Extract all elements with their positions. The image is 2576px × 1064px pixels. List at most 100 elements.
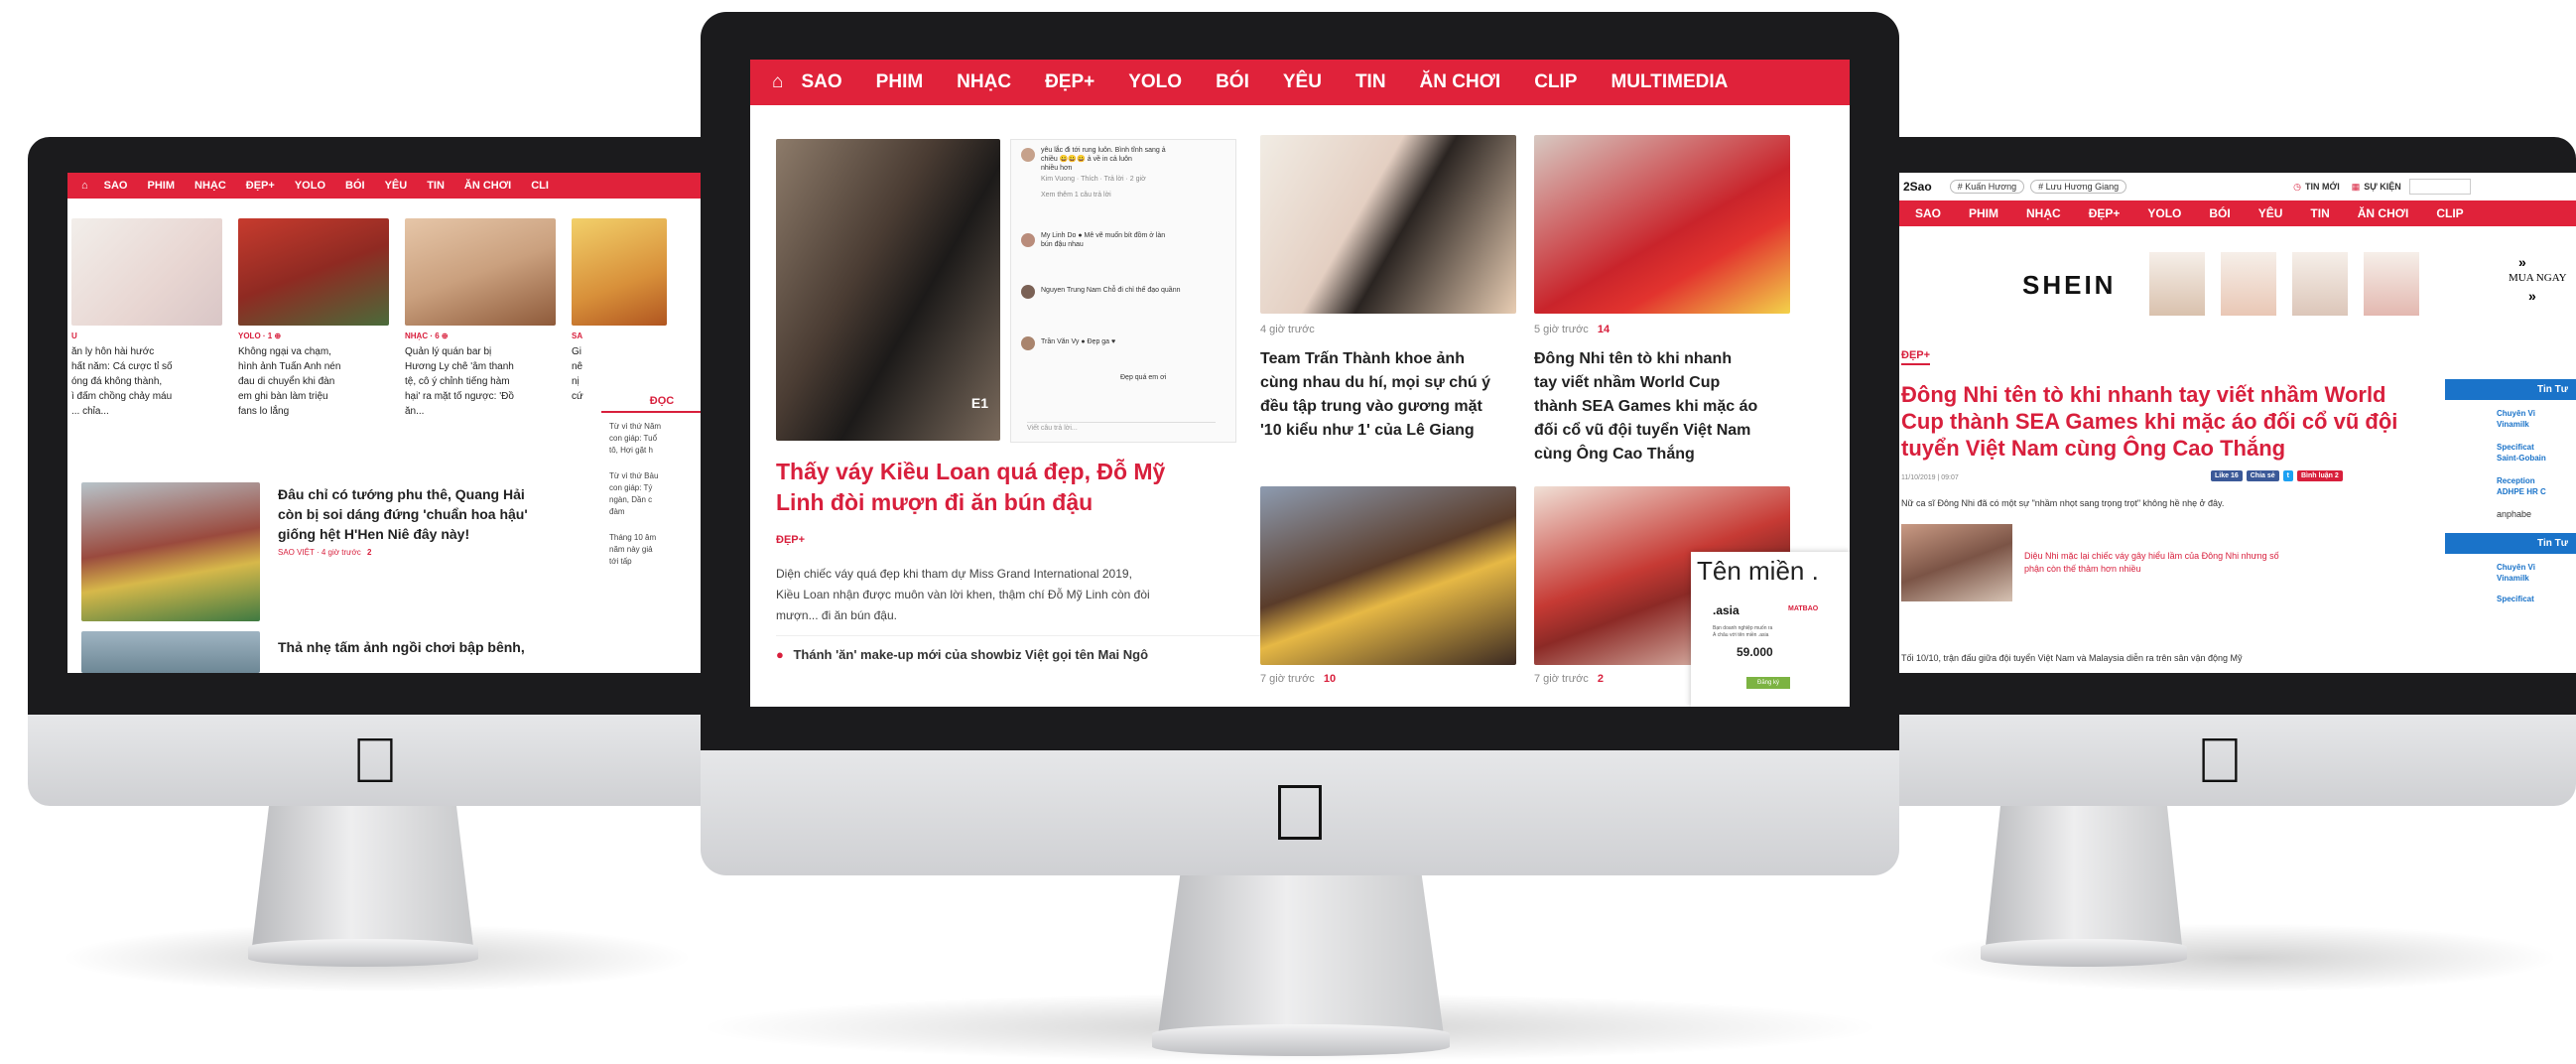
- card-title[interactable]: Team Trấn Thành khoe ảnh cùng nhau du hí…: [1260, 347, 1520, 443]
- right-nav-item[interactable]: CLIP: [2436, 206, 2463, 220]
- right-imac-chin: : [1864, 715, 2576, 806]
- right-sidebar-header: Tin Tư: [2445, 533, 2576, 554]
- left-imac-foot: [248, 939, 478, 967]
- home-icon[interactable]: ⌂: [772, 71, 783, 93]
- card-meta: 5 giờ trước: [1534, 324, 1589, 335]
- main-feature-photo[interactable]: E1: [776, 139, 1000, 441]
- reply-input[interactable]: Viết câu trả lời...: [1027, 422, 1216, 432]
- center-nav-item[interactable]: ĂN CHƠI: [1420, 71, 1501, 93]
- left-imac-stand: [251, 806, 474, 955]
- left-card-title[interactable]: ăn ly hôn hài hước hất năm: Cá cược tỉ s…: [71, 344, 230, 419]
- hashtag-chip[interactable]: # Lưu Hương Giang: [2030, 180, 2127, 194]
- related-link[interactable]: Thánh 'ăn' make-up mới của showbiz Việt …: [793, 647, 1148, 662]
- share-button[interactable]: Chia sẻ: [2246, 470, 2279, 481]
- card-title[interactable]: Đông Nhi tên tò khi nhanh tay viết nhầm …: [1534, 347, 1794, 466]
- avatar: [1021, 148, 1035, 162]
- home-icon[interactable]: ⌂: [81, 180, 88, 192]
- article-category[interactable]: ĐẸP+: [1901, 349, 1931, 365]
- main-title[interactable]: Thấy váy Kiều Loan quá đẹp, Đỗ Mỹ Linh đ…: [776, 457, 1252, 518]
- center-nav-item[interactable]: ĐẸP+: [1045, 71, 1095, 93]
- ad-description: Bạn doanh nghiệp muốn ra Á châu với tên …: [1713, 625, 1773, 638]
- center-nav-item[interactable]: SAO: [801, 71, 841, 93]
- comment-button[interactable]: Bình luận 2: [2297, 470, 2343, 481]
- shein-banner-ad[interactable]: SHEIN: [1983, 246, 2449, 322]
- like-button[interactable]: Like 16: [2211, 470, 2243, 481]
- center-nav-item[interactable]: CLIP: [1534, 71, 1577, 93]
- photo-label: E1: [970, 395, 988, 411]
- related-thumb[interactable]: [1901, 524, 2012, 601]
- left-nav-item[interactable]: PHIM: [148, 180, 176, 192]
- ad-title: Tên miền .: [1697, 556, 1819, 586]
- avatar: [1021, 285, 1035, 299]
- comment-text: My Linh Do ● Mê vẽ muốn bít đồm ở làn bú…: [1041, 232, 1166, 248]
- card-thumb[interactable]: [1260, 486, 1516, 665]
- left-card-thumb[interactable]: [238, 218, 389, 326]
- mua-ngay-button[interactable]: MUA NGAY: [2509, 272, 2567, 284]
- center-nav-item[interactable]: YÊU: [1283, 71, 1322, 93]
- site-logo[interactable]: 2Sao: [1903, 180, 1932, 194]
- right-nav-item[interactable]: YÊU: [2258, 206, 2283, 220]
- hashtag-chip[interactable]: # Kuấn Hương: [1949, 180, 2025, 194]
- ad-badge: MATBAO: [1788, 605, 1819, 612]
- center-nav-item[interactable]: PHIM: [876, 71, 924, 93]
- comment-screenshot[interactable]: yêu lắc đi tới rung luôn. Bình tĩnh sang…: [1010, 139, 1236, 443]
- left-feature-title[interactable]: Đâu chỉ có tướng phu thê, Quang Hải còn …: [278, 484, 595, 544]
- card-meta: 4 giờ trước: [1260, 324, 1315, 335]
- card-thumb[interactable]: [1260, 135, 1516, 314]
- left-second-title[interactable]: Thả nhẹ tấm ảnh ngồi chơi bập bênh,: [278, 639, 525, 655]
- tin-moi-link[interactable]: TIN MỚI: [2305, 182, 2340, 192]
- left-nav-item[interactable]: BÓI: [345, 180, 365, 192]
- left-card-thumb[interactable]: [71, 218, 222, 326]
- left-card-thumb[interactable]: [572, 218, 667, 326]
- ad-register-button[interactable]: Đăng ký: [1746, 677, 1790, 689]
- right-sidebar-item[interactable]: Chuyên Vi Vinamilk: [2497, 408, 2576, 430]
- left-nav-item[interactable]: YÊU: [385, 180, 408, 192]
- right-nav-item[interactable]: ĂN CHƠI: [2358, 206, 2409, 220]
- search-input[interactable]: [2408, 179, 2471, 195]
- right-nav-item[interactable]: YOLO: [2147, 206, 2181, 220]
- right-sidebar-item[interactable]: Reception ADHPE HR C: [2497, 475, 2576, 497]
- ad-price: 59.000: [1737, 645, 1773, 659]
- main-category[interactable]: ĐẸP+: [776, 534, 805, 546]
- center-nav-item[interactable]: MULTIMEDIA: [1610, 71, 1728, 93]
- left-nav-item[interactable]: TIN: [427, 180, 445, 192]
- left-card-meta: U: [71, 332, 77, 340]
- right-nav-item[interactable]: BÓI: [2209, 206, 2230, 220]
- center-nav-item[interactable]: TIN: [1355, 71, 1386, 93]
- right-imac:  2Sao # Kuấn Hương # Lưu Hương Giang ◷ …: [1864, 137, 2576, 991]
- left-nav-item[interactable]: ĂN CHƠI: [464, 180, 511, 192]
- right-nav-item[interactable]: SAO: [1915, 206, 1941, 220]
- left-second-thumb[interactable]: [81, 631, 260, 673]
- left-card-thumb[interactable]: [405, 218, 556, 326]
- left-nav-item[interactable]: SAO: [104, 180, 128, 192]
- right-sidebar-item[interactable]: Chuyên Vi Vinamilk: [2497, 562, 2576, 584]
- left-card-title[interactable]: Không ngại va chạm, hình ảnh Tuấn Anh né…: [238, 344, 397, 419]
- left-card-title[interactable]: Gi nê nị cứ: [572, 344, 601, 404]
- left-nav-item[interactable]: YOLO: [295, 180, 325, 192]
- right-nav-item[interactable]: ĐẸP+: [2089, 206, 2121, 220]
- center-imac-foot: [1152, 1024, 1450, 1056]
- right-sidebar-item[interactable]: anphabe: [2497, 509, 2576, 519]
- article-lead: Nữ ca sĩ Đông Nhi đã có một sự "nhầm nhọ…: [1901, 498, 2225, 508]
- card-thumb[interactable]: [1534, 135, 1790, 314]
- su-kien-link[interactable]: SỰ KIỆN: [2364, 182, 2400, 192]
- right-nav-item[interactable]: TIN: [2310, 206, 2329, 220]
- center-nav-item[interactable]: BÓI: [1216, 71, 1249, 93]
- right-nav-item[interactable]: NHẠC: [2026, 206, 2061, 220]
- right-sidebar-item[interactable]: Specificat Saint-Gobain: [2497, 442, 2576, 464]
- right-nav-item[interactable]: PHIM: [1969, 206, 1998, 220]
- right-sidebar-item[interactable]: Specificat: [2497, 594, 2576, 604]
- card-comment-count: 14: [1597, 324, 1610, 335]
- right-imac-foot: [1981, 939, 2187, 967]
- left-nav-item[interactable]: NHẠC: [194, 180, 226, 192]
- left-nav-item[interactable]: ĐẸP+: [246, 180, 275, 192]
- domain-ad[interactable]: Tên miền . .asia MATBAO Bạn doanh nghiệp…: [1691, 552, 1850, 707]
- comment-text: Trần Văn Vy ● Đẹp ga ♥: [1041, 338, 1116, 345]
- related-link[interactable]: Diệu Nhi mặc lại chiếc váy gây hiểu lầm …: [2024, 550, 2421, 576]
- left-feature-thumb[interactable]: [81, 482, 260, 621]
- center-nav-item[interactable]: YOLO: [1128, 71, 1182, 93]
- left-nav-item[interactable]: CLI: [531, 180, 549, 192]
- left-card-title[interactable]: Quản lý quán bar bị Hương Ly chê 'âm tha…: [405, 344, 564, 419]
- twitter-icon[interactable]: t: [2282, 470, 2293, 481]
- center-nav-item[interactable]: NHẠC: [957, 71, 1011, 93]
